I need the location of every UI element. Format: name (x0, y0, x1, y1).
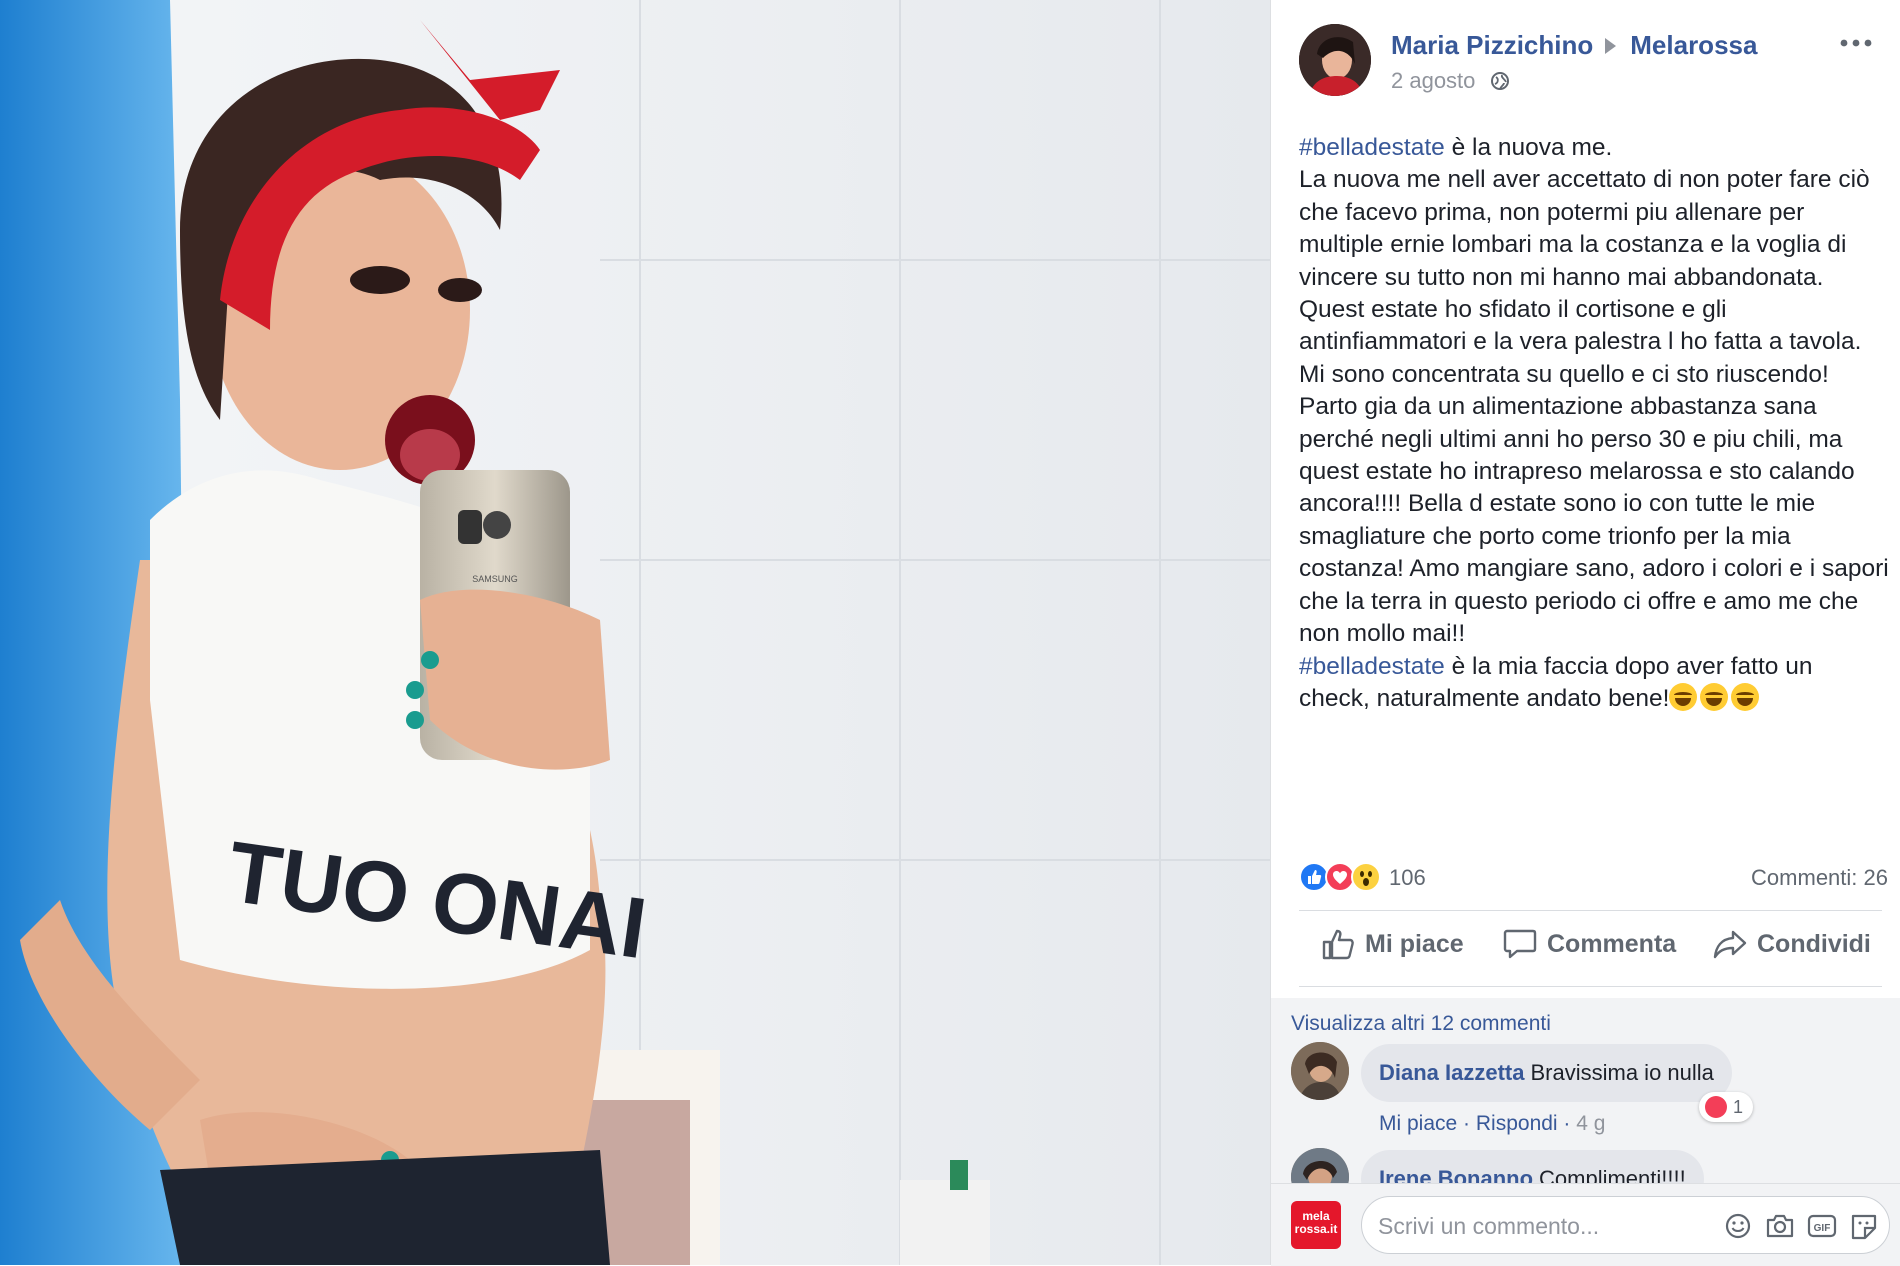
more-options-icon[interactable] (1838, 34, 1874, 52)
comment-composer: mela rossa.it GIF (1271, 1183, 1900, 1266)
comment-text: Complimenti!!!! (1539, 1166, 1686, 1183)
comment-reactions[interactable]: 1 (1699, 1092, 1754, 1122)
comment-reply-link[interactable]: Rispondi (1476, 1112, 1558, 1135)
hashtag-link[interactable]: #belladestate (1299, 134, 1445, 161)
reaction-count[interactable]: 106 (1389, 865, 1426, 891)
comment-bubble: Irene Bonanno Complimenti!!!! (1361, 1150, 1704, 1183)
commenter-avatar[interactable] (1291, 1148, 1349, 1183)
avatar-image (1299, 24, 1371, 96)
share-icon (1713, 930, 1747, 959)
comment-icon (1503, 929, 1537, 959)
comment-text: Bravissima io nulla (1530, 1060, 1714, 1085)
post-body-paragraph: La nuova me nell aver accettato di non p… (1299, 166, 1889, 648)
post-date[interactable]: 2 agosto (1391, 68, 1475, 93)
logo-text: mela rossa.it (1294, 1209, 1338, 1236)
author-line: Maria Pizzichino Melarossa (1391, 30, 1757, 61)
divider (1299, 986, 1882, 987)
gif-icon[interactable]: GIF (1807, 1212, 1837, 1240)
post-actions: Mi piace Commenta Condividi (1299, 920, 1882, 974)
selfie-image: SAMSUNG TUO ONAI (0, 0, 1270, 1265)
comment-reaction-count: 1 (1733, 1097, 1744, 1117)
post-first-line: #belladestate è la nuova me. (1299, 132, 1889, 164)
post-last-line: #belladestate è la mia faccia dopo aver … (1299, 651, 1889, 716)
comment-actions: Mi piace · Rispondi · 4 g (1379, 1112, 1606, 1135)
view-more-comments-link[interactable]: Visualizza altri 12 commenti (1291, 1012, 1551, 1036)
like-button-label: Mi piace (1365, 930, 1464, 958)
comment-input-box[interactable]: GIF (1361, 1196, 1890, 1254)
share-button[interactable]: Condividi (1713, 928, 1871, 960)
post-photo[interactable]: SAMSUNG TUO ONAI (0, 0, 1270, 1265)
share-button-label: Condividi (1757, 930, 1871, 958)
post-meta: 2 agosto (1391, 68, 1510, 94)
post-first-line-text: è la nuova me. (1444, 134, 1613, 161)
comment-author[interactable]: Diana Iazzetta (1379, 1060, 1525, 1085)
laughing-emoji-icon (1669, 682, 1698, 711)
comment-author[interactable]: Irene Bonanno (1379, 1166, 1533, 1183)
comment-bubble: Diana Iazzetta Bravissima io nulla (1361, 1044, 1732, 1102)
globe-icon (1490, 72, 1509, 90)
commenter-avatar[interactable] (1291, 1042, 1349, 1100)
phone-brand-text: SAMSUNG (472, 574, 518, 584)
comment-input[interactable] (1376, 1207, 1680, 1245)
sticker-icon[interactable] (1849, 1212, 1879, 1240)
comment-like-link[interactable]: Mi piace (1379, 1112, 1457, 1135)
reaction-stats: 106 Commenti: 26 (1299, 860, 1888, 896)
wow-reaction-icon[interactable] (1351, 862, 1381, 892)
author-avatar[interactable] (1299, 24, 1371, 96)
comment-button-label: Commenta (1547, 930, 1677, 958)
post-text: #belladestate è la nuova me. La nuova me… (1299, 132, 1889, 715)
shared-to-arrow-icon (1605, 38, 1617, 55)
camera-icon[interactable] (1765, 1212, 1795, 1240)
comments-count[interactable]: Commenti: 26 (1751, 865, 1888, 891)
hashtag-link-2[interactable]: #belladestate (1299, 653, 1445, 680)
love-reaction-icon (1705, 1096, 1727, 1118)
laughing-emoji-icon (1700, 682, 1729, 711)
post-header: Maria Pizzichino Melarossa 2 agosto (1299, 24, 1880, 104)
comment-time[interactable]: 4 g (1576, 1112, 1605, 1135)
page-name[interactable]: Melarossa (1630, 30, 1757, 60)
comment-button[interactable]: Commenta (1503, 928, 1676, 960)
svg-text:GIF: GIF (1814, 1223, 1831, 1234)
emoji-icon[interactable] (1723, 1212, 1753, 1240)
commenter-avatar-image (1291, 1148, 1349, 1183)
melarossa-logo[interactable]: mela rossa.it (1291, 1201, 1341, 1249)
commenter-avatar-image (1291, 1042, 1349, 1100)
laughing-emoji-icon (1731, 682, 1760, 711)
like-button[interactable]: Mi piace (1321, 928, 1464, 960)
divider (1299, 910, 1882, 911)
author-name[interactable]: Maria Pizzichino (1391, 30, 1593, 60)
comments-section: Visualizza altri 12 commenti Diana Iazze… (1271, 998, 1900, 1183)
thumbs-up-icon (1322, 929, 1354, 960)
post-panel: Maria Pizzichino Melarossa 2 agosto #bell… (1270, 0, 1900, 1266)
